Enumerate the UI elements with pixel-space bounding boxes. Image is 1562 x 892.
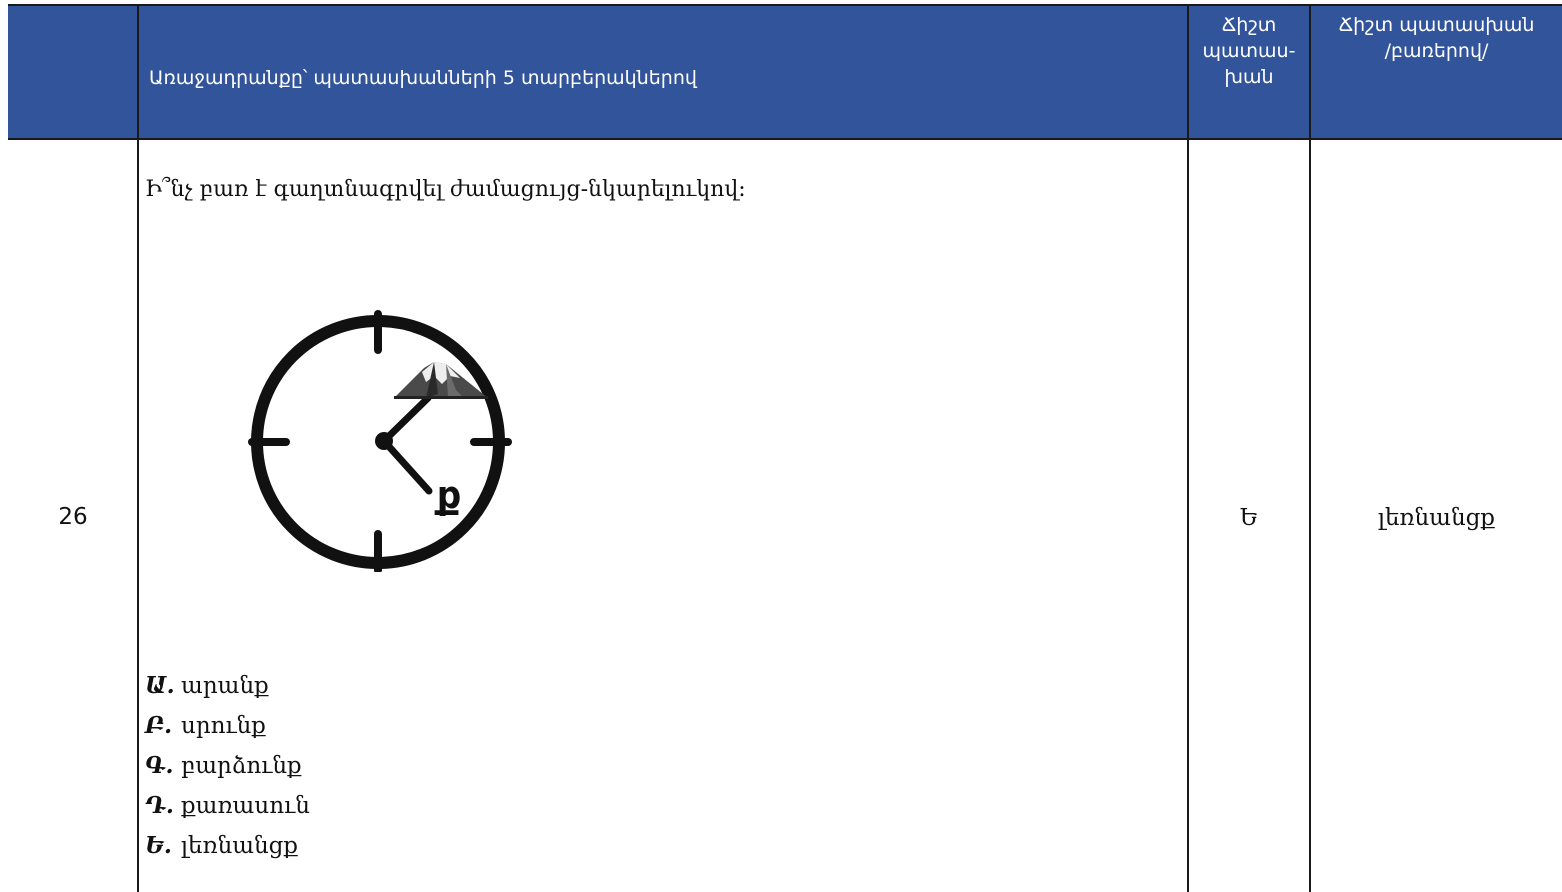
option-letter: Ե. [145, 832, 172, 859]
option-item: Գ. բարձունք [145, 746, 310, 786]
option-text: բարձունք [181, 753, 302, 779]
option-item: Ա. արանք [145, 666, 310, 706]
option-text: սրունք [181, 713, 266, 739]
table-header: Առաջադրանքը՝ պատասխանների 5 տարբերակներո… [8, 4, 1562, 140]
header-question: Առաջադրանքը՝ պատասխանների 5 տարբերակներո… [149, 67, 697, 89]
option-item: Դ. քառասուն [145, 786, 310, 826]
option-text: լեռնանցք [181, 833, 299, 859]
option-item: Բ. սրունք [145, 706, 310, 746]
row-number: 26 [58, 504, 88, 530]
option-letter: Գ. [145, 752, 174, 779]
header-word-line: /բառերով/ [1384, 40, 1489, 62]
clock-letter: ք [434, 473, 462, 517]
header-answer-line: Ճիշտ [1221, 14, 1277, 36]
clock-rebus-image: ք [248, 310, 512, 572]
correct-answer-word: լեռնանցք [1377, 505, 1496, 531]
question-text: Ի՞նչ բառ է գաղտնագրվել ժամացույց-նկարելո… [145, 177, 746, 202]
header-answer-words: Ճիշտ պատասխան /բառերով/ [1311, 12, 1562, 64]
option-item: Ե. լեռնանցք [145, 826, 310, 866]
header-word-line: Ճիշտ պատասխան [1338, 14, 1535, 36]
answer-options: Ա. արանք Բ. սրունք Գ. բարձունք Դ. քառասուն Ե… [145, 666, 310, 866]
correct-answer-letter: Ե [1239, 505, 1259, 531]
option-letter: Ա. [145, 672, 175, 699]
grid-line [1309, 4, 1311, 892]
clock-hand-long [380, 437, 433, 495]
clock-hand-short [380, 394, 432, 445]
grid-line [1187, 4, 1189, 892]
option-text: քառասուն [181, 793, 310, 819]
option-letter: Դ. [145, 792, 174, 819]
grid-line [137, 4, 139, 892]
question-table: Առաջադրանքը՝ պատասխանների 5 տարբերակներո… [8, 0, 1562, 892]
option-letter: Բ. [145, 712, 173, 739]
header-answer: Ճիշտ պատաս- խան [1189, 12, 1309, 90]
option-text: արանք [181, 673, 269, 699]
header-answer-line: խան [1224, 66, 1274, 88]
clock-center [375, 432, 393, 450]
header-answer-line: պատաս- [1202, 40, 1296, 62]
